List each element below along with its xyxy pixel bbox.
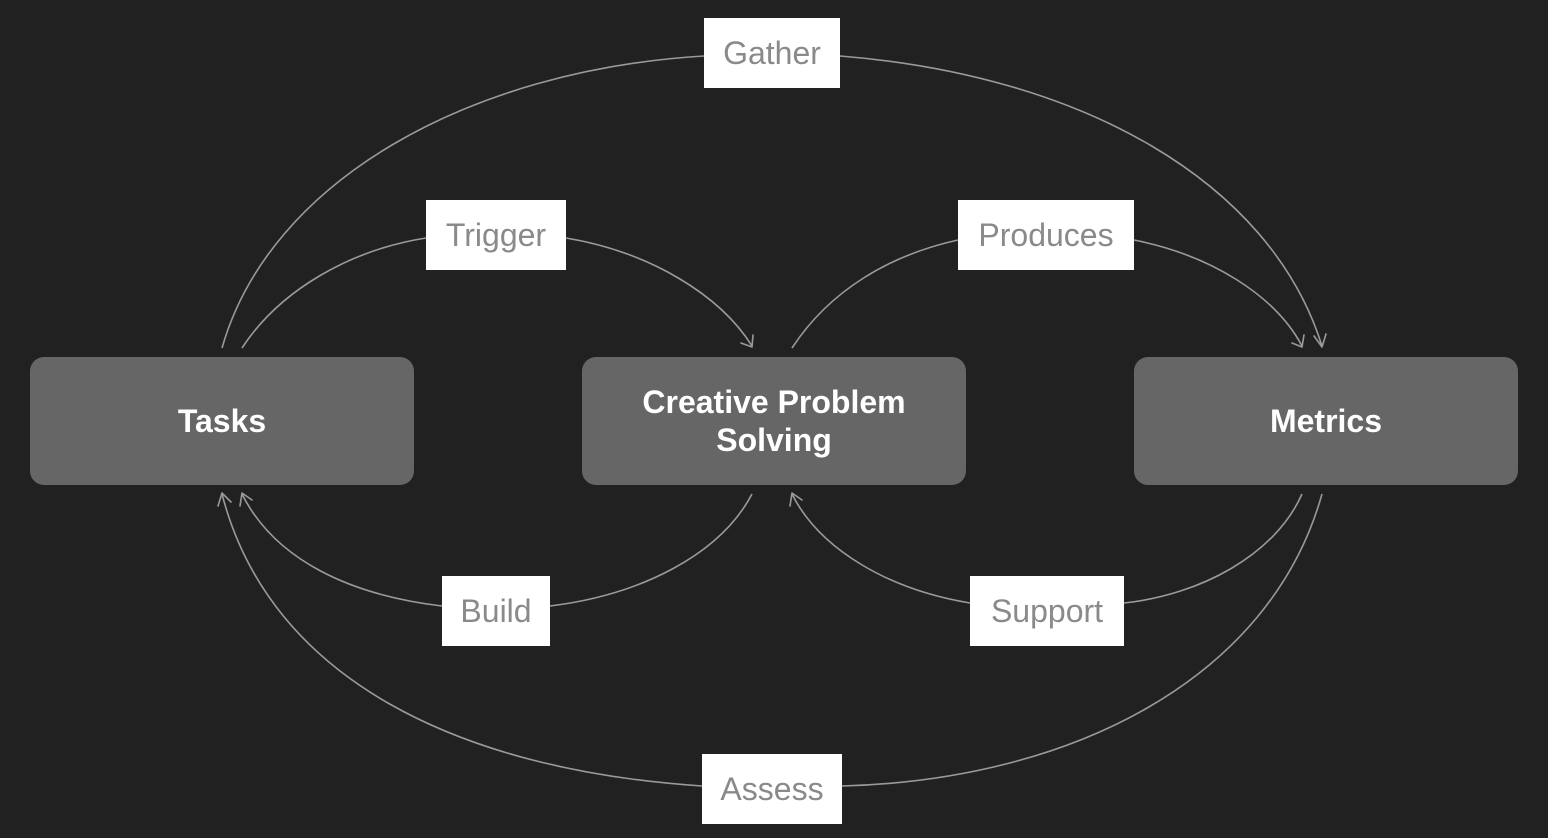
edge-label-build: Build (442, 576, 550, 646)
edge-support-2 (791, 493, 971, 604)
node-tasks-label: Tasks (177, 403, 267, 439)
edge-label-support-text: Support (990, 592, 1104, 629)
edge-label-assess: Assess (702, 754, 842, 824)
edge-label-support: Support (970, 576, 1124, 646)
edge-trigger-2 (565, 237, 753, 347)
node-tasks[interactable]: Tasks (30, 357, 414, 485)
edge-label-gather: Gather (704, 18, 840, 88)
node-cps-label: Creative Problem Solving (642, 384, 906, 458)
edge-label-produces: Produces (958, 200, 1134, 270)
edge-support (1123, 493, 1303, 604)
edge-trigger (241, 237, 427, 349)
edge-label-assess-text: Assess (720, 770, 824, 807)
node-creative-problem-solving[interactable]: Creative Problem Solving (582, 357, 966, 485)
node-metrics-label: Metrics (1269, 403, 1383, 439)
edge-build (549, 493, 753, 607)
edge-label-build-text: Build (460, 592, 532, 629)
edge-produces (791, 239, 959, 349)
arrowhead-build (239, 492, 253, 507)
arrowhead-produces (1291, 334, 1305, 348)
edge-build-2 (241, 493, 443, 607)
node-metrics[interactable]: Metrics (1134, 357, 1518, 485)
edge-label-gather-text: Gather (723, 34, 821, 71)
arrowhead-support (789, 492, 803, 507)
edge-label-trigger: Trigger (426, 200, 566, 270)
edge-label-trigger-text: Trigger (445, 216, 547, 253)
edge-label-produces-text: Produces (978, 216, 1114, 253)
